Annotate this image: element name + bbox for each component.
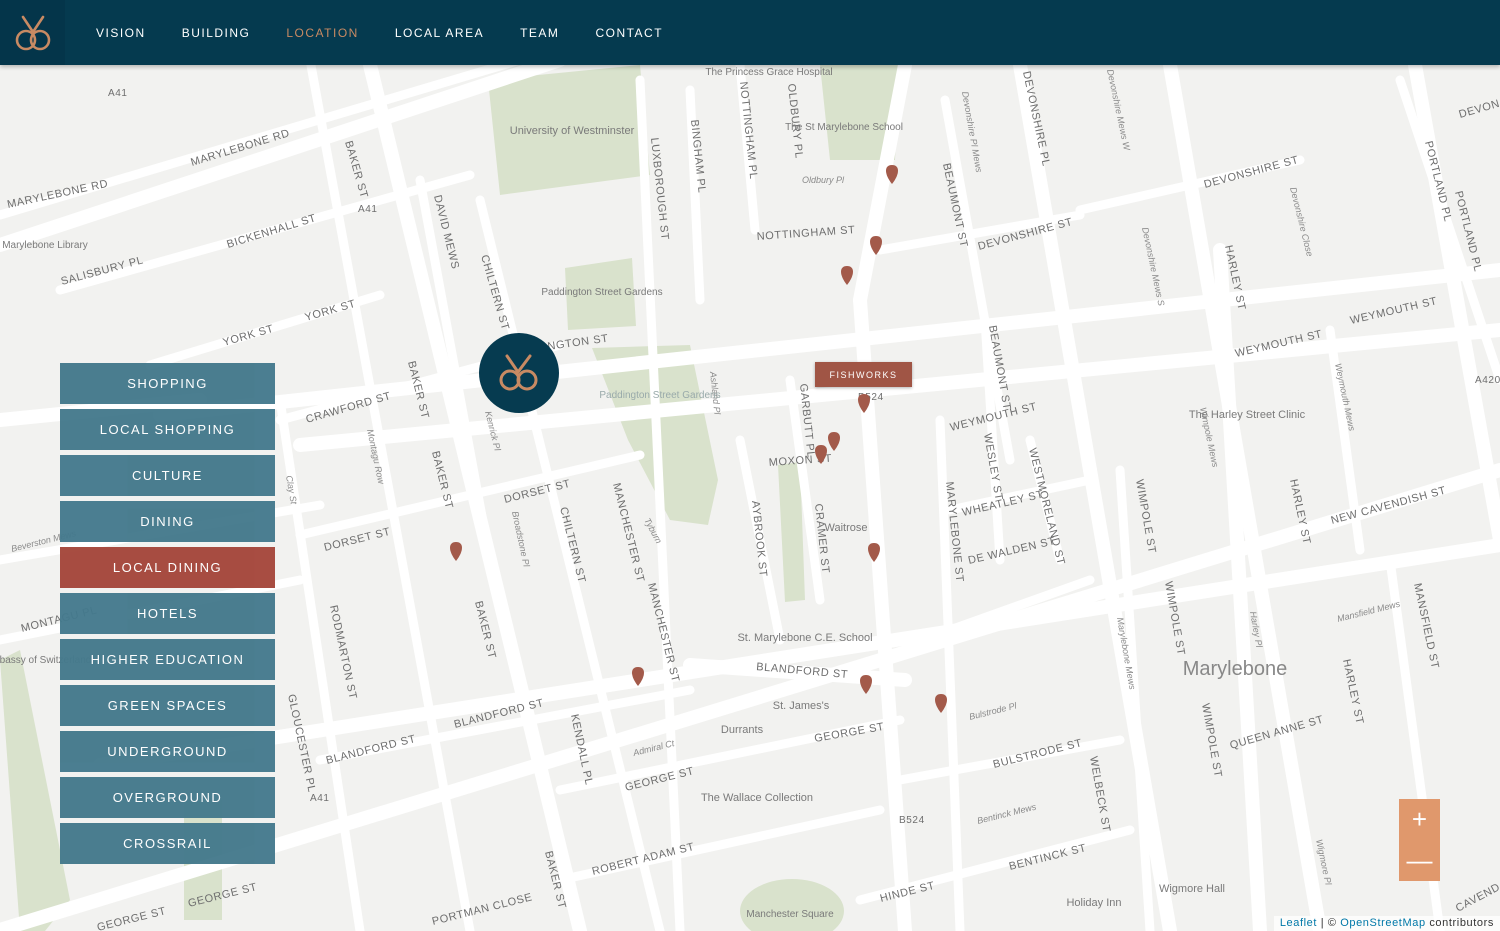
- place-label: Wigmore Hall: [1159, 883, 1225, 895]
- place-label: Marylebone Library: [2, 240, 88, 251]
- category-culture-button[interactable]: CULTURE: [60, 455, 275, 496]
- road-number: A420: [1475, 375, 1500, 386]
- road-number: A41: [358, 204, 378, 215]
- category-local-shopping-button[interactable]: LOCAL SHOPPING: [60, 409, 275, 450]
- leaflet-link[interactable]: Leaflet: [1280, 917, 1317, 929]
- road-number: B524: [899, 815, 925, 826]
- zoom-control: + —: [1399, 799, 1440, 881]
- place-label: The Harley Street Clinic: [1189, 409, 1306, 421]
- place-label: The Wallace Collection: [701, 792, 813, 804]
- main-nav: VISION BUILDING LOCATION LOCAL AREA TEAM…: [78, 0, 681, 65]
- place-label: Durrants: [721, 724, 764, 736]
- road-number: A41: [108, 88, 128, 99]
- place-label: The St Marylebone School: [785, 122, 903, 133]
- place-label: Paddington Street Gardens: [541, 287, 662, 298]
- district-label: Marylebone: [1183, 658, 1288, 680]
- nav-contact[interactable]: CONTACT: [577, 26, 681, 40]
- zoom-in-button[interactable]: +: [1399, 799, 1440, 840]
- place-label: Paddington Street Gardens: [599, 390, 720, 401]
- zoom-out-button[interactable]: —: [1399, 840, 1440, 881]
- logo[interactable]: [0, 0, 65, 65]
- place-label: St. James's: [773, 700, 830, 712]
- category-underground-button[interactable]: UNDERGROUND: [60, 731, 275, 772]
- category-local-dining-button[interactable]: LOCAL DINING: [60, 547, 275, 588]
- nav-location[interactable]: LOCATION: [268, 26, 376, 40]
- place-label: The Princess Grace Hospital: [705, 67, 832, 78]
- category-shopping-button[interactable]: SHOPPING: [60, 363, 275, 404]
- category-higher-education-button[interactable]: HIGHER EDUCATION: [60, 639, 275, 680]
- place-label: Holiday Inn: [1066, 897, 1121, 909]
- nav-team[interactable]: TEAM: [502, 26, 577, 40]
- place-label: Manchester Square: [746, 909, 834, 920]
- category-hotels-button[interactable]: HOTELS: [60, 593, 275, 634]
- attribution-suffix: contributors: [1425, 917, 1494, 929]
- nav-local-area[interactable]: LOCAL AREA: [377, 26, 502, 40]
- intertwined-rings-logo-icon: [15, 15, 50, 50]
- place-label: St. Marylebone C.E. School: [737, 632, 872, 644]
- attribution-separator: | ©: [1317, 917, 1341, 929]
- road-number: A41: [310, 793, 330, 804]
- place-label: Waitrose: [825, 522, 868, 534]
- nav-vision[interactable]: VISION: [78, 26, 164, 40]
- category-crossrail-button[interactable]: CROSSRAIL: [60, 823, 275, 864]
- category-overground-button[interactable]: OVERGROUND: [60, 777, 275, 818]
- category-filter-menu: SHOPPING LOCAL SHOPPING CULTURE DINING L…: [60, 363, 275, 869]
- category-dining-button[interactable]: DINING: [60, 501, 275, 542]
- category-green-spaces-button[interactable]: GREEN SPACES: [60, 685, 275, 726]
- minor-street-label: Oldbury Pl: [802, 175, 845, 185]
- place-popup-label[interactable]: FISHWORKS: [815, 362, 912, 387]
- openstreetmap-link[interactable]: OpenStreetMap: [1340, 917, 1425, 929]
- place-label: University of Westminster: [510, 125, 635, 137]
- location-marker[interactable]: [479, 333, 559, 413]
- top-navigation-bar: VISION BUILDING LOCATION LOCAL AREA TEAM…: [0, 0, 1500, 65]
- nav-building[interactable]: BUILDING: [164, 26, 269, 40]
- map-attribution: Leaflet | © OpenStreetMap contributors: [1273, 916, 1500, 931]
